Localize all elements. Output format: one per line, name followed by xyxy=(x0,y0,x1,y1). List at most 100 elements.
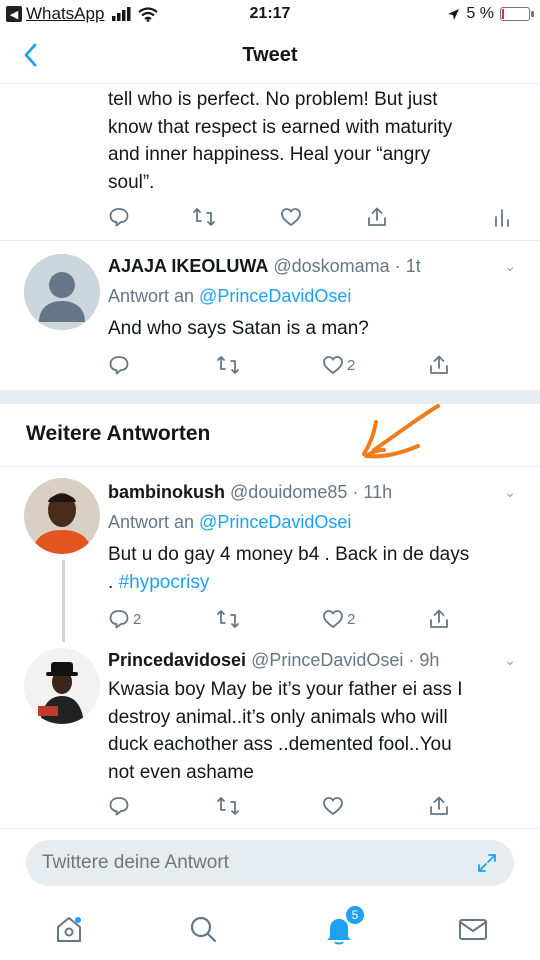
reply-to-handle[interactable]: @PrinceDavidOsei xyxy=(199,286,351,306)
like-button[interactable] xyxy=(280,206,302,228)
reply-actions: 2 xyxy=(108,354,528,380)
reply-button[interactable] xyxy=(108,354,130,376)
reply-to-line: Antwort an @PrinceDavidOsei xyxy=(108,286,351,307)
reply-line: not even ashame xyxy=(108,761,254,783)
mail-icon xyxy=(459,919,487,940)
reply-body: Kwasia boy May be it’s your father ei as… xyxy=(108,676,518,786)
reply-to-line: Antwort an @PrinceDavidOsei xyxy=(108,512,351,533)
user-photo-icon xyxy=(24,478,100,554)
battery-percent: 5 % xyxy=(466,5,494,22)
chevron-down-icon[interactable]: ⌄ xyxy=(504,652,516,669)
share-icon xyxy=(430,609,448,628)
timestamp: · 9h xyxy=(408,650,440,670)
author-line: bambinokush @douidome85 · 11h xyxy=(108,482,392,503)
chevron-down-icon[interactable]: ⌄ xyxy=(504,484,516,501)
retweet-icon xyxy=(217,356,239,374)
notification-badge: 5 xyxy=(345,905,365,925)
heart-icon xyxy=(323,797,343,815)
share-button[interactable] xyxy=(428,795,450,817)
divider xyxy=(0,466,540,467)
tweet-line: tell who is perfect. No problem! But jus… xyxy=(108,89,438,110)
reply-to-prefix: Antwort an xyxy=(108,286,200,306)
divider xyxy=(0,240,540,241)
reply-icon xyxy=(109,797,129,816)
retweet-button[interactable] xyxy=(216,608,240,630)
retweet-icon xyxy=(193,208,215,226)
home-icon xyxy=(57,917,81,942)
reply-icon xyxy=(109,610,129,629)
reply-body: And who says Satan is a man? xyxy=(108,318,369,339)
reply-body: But u do gay 4 money b4 . Back in de day… xyxy=(108,541,518,596)
reply-button[interactable] xyxy=(108,795,130,817)
nav-messages[interactable] xyxy=(456,912,490,946)
reply-line: . #hypocrisy xyxy=(108,569,518,597)
author-name[interactable]: Princedavidosei xyxy=(108,650,246,670)
reply-actions xyxy=(108,795,528,821)
page-title: Tweet xyxy=(242,44,298,66)
retweet-button[interactable] xyxy=(192,206,216,228)
author-name[interactable]: bambinokush xyxy=(108,482,225,502)
reply-line: duck eachother ass ..demented fool..You xyxy=(108,734,452,755)
expand-icon[interactable] xyxy=(476,852,498,874)
retweet-icon xyxy=(217,797,239,815)
reply-to-prefix: Antwort an xyxy=(108,512,200,532)
share-icon xyxy=(430,355,448,374)
retweet-button[interactable] xyxy=(216,354,240,376)
reply-line: But u do gay 4 money b4 . Back in de day… xyxy=(108,544,470,565)
reply-actions: 2 2 xyxy=(108,608,528,634)
timestamp: · 1t xyxy=(394,256,421,276)
user-photo-icon xyxy=(24,648,100,724)
compose-bar[interactable] xyxy=(26,840,514,886)
reply-line: Kwasia boy May be it’s your father ei as… xyxy=(108,679,463,700)
share-icon xyxy=(430,796,448,815)
reply-icon xyxy=(109,356,129,375)
reply-icon xyxy=(109,208,129,227)
divider xyxy=(0,828,540,829)
nav-notifications[interactable]: 5 xyxy=(322,905,365,946)
avatar[interactable] xyxy=(24,254,100,330)
chevron-down-icon[interactable]: ⌄ xyxy=(504,258,516,275)
like-button[interactable]: 2 xyxy=(322,354,355,376)
default-avatar-icon xyxy=(24,254,100,330)
author-handle: @PrinceDavidOsei xyxy=(251,650,404,670)
bottom-nav: 5 xyxy=(0,900,540,960)
annotation-arrow-icon xyxy=(362,404,440,459)
location-icon xyxy=(448,8,460,20)
nav-home[interactable] xyxy=(52,912,86,946)
reply-button[interactable] xyxy=(108,206,130,228)
reply-button[interactable]: 2 xyxy=(108,608,141,630)
share-button[interactable] xyxy=(366,206,388,228)
avatar[interactable] xyxy=(24,478,100,554)
tweet-line: and inner happiness. Heal your “angry xyxy=(108,144,431,165)
heart-icon xyxy=(323,356,343,374)
hashtag-link[interactable]: #hypocrisy xyxy=(119,572,210,593)
analytics-button[interactable] xyxy=(492,206,512,228)
author-handle: @doskomama xyxy=(273,256,390,276)
battery-icon xyxy=(500,7,534,21)
retweet-button[interactable] xyxy=(216,795,240,817)
section-separator xyxy=(0,390,540,404)
heart-icon xyxy=(281,208,301,226)
thread-connector xyxy=(62,560,65,642)
author-line: Princedavidosei @PrinceDavidOsei · 9h xyxy=(108,650,439,671)
header: Tweet xyxy=(0,30,540,84)
like-button[interactable] xyxy=(322,795,344,817)
tweet-line: know that respect is earned with maturit… xyxy=(108,116,453,138)
author-handle: @douidome85 xyxy=(230,482,348,502)
reply-to-handle[interactable]: @PrinceDavidOsei xyxy=(199,512,351,532)
author-name[interactable]: AJAJA IKEOLUWA xyxy=(108,256,268,276)
like-button[interactable]: 2 xyxy=(322,608,355,630)
avatar[interactable] xyxy=(24,648,100,724)
author-line: AJAJA IKEOLUWA @doskomama · 1t xyxy=(108,256,421,277)
like-count: 2 xyxy=(347,610,356,628)
reply-text-prefix: . xyxy=(108,571,119,593)
like-count: 2 xyxy=(347,356,356,374)
heart-icon xyxy=(323,610,343,628)
share-button[interactable] xyxy=(428,354,450,376)
analytics-icon xyxy=(495,209,509,227)
nav-search[interactable] xyxy=(186,912,220,946)
share-button[interactable] xyxy=(428,608,450,630)
section-title: Weitere Antworten xyxy=(26,422,211,445)
reply-line: destroy animal..it’s only animals who wi… xyxy=(108,706,448,728)
reply-input[interactable] xyxy=(42,852,442,874)
